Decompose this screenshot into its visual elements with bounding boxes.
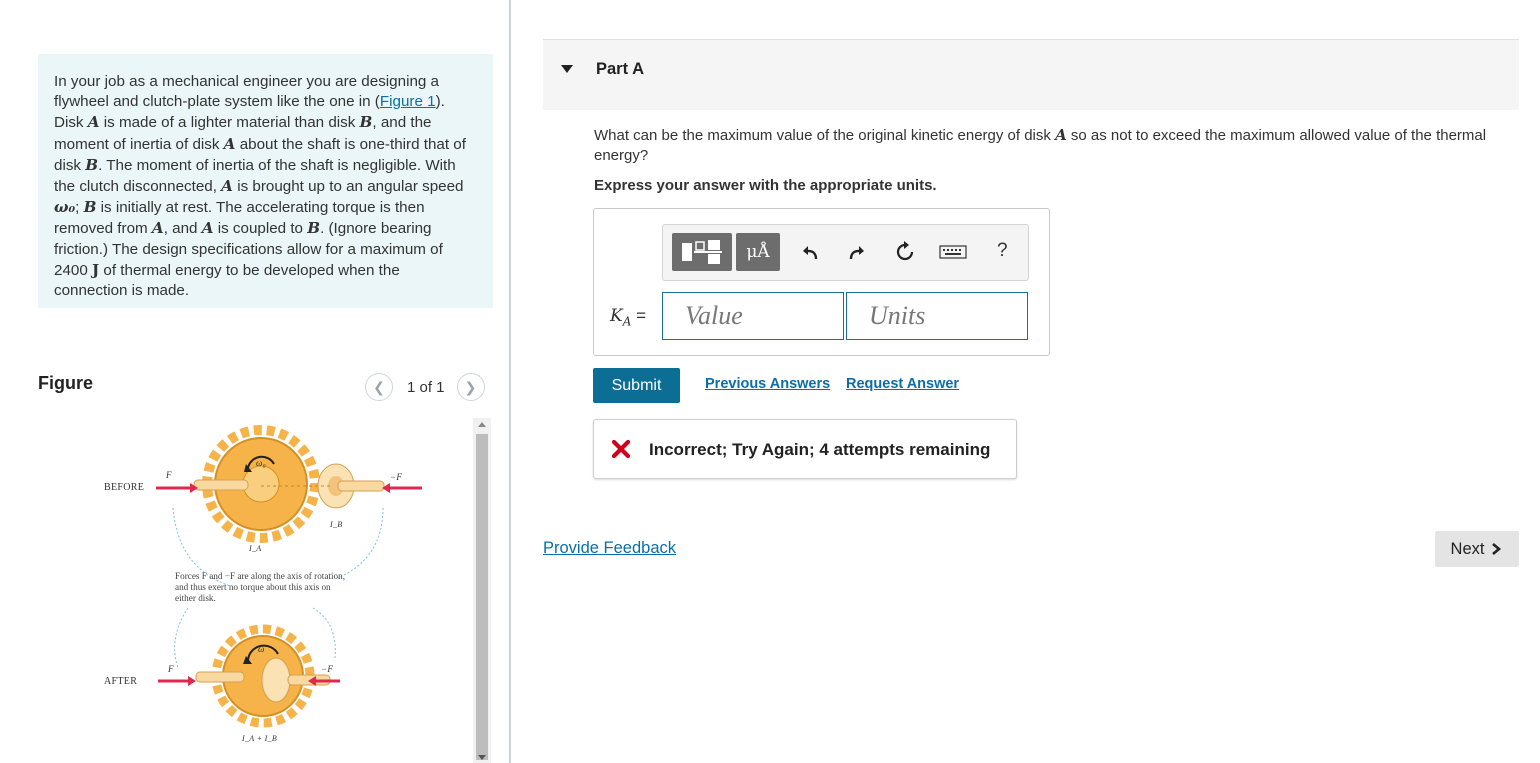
figure-navigation: ❮ 1 of 1 ❯ — [365, 373, 485, 401]
units-input[interactable] — [846, 292, 1028, 340]
label-force-f-after: F — [168, 664, 174, 674]
label-ia-plus-ib: I_A + I_B — [242, 734, 278, 743]
label-force-neg-f-after: −F — [321, 664, 334, 674]
feedback-text: Incorrect; Try Again; 4 attempts remaini… — [649, 440, 991, 459]
label-ia: I_A — [249, 544, 262, 553]
answer-label: KA = — [610, 306, 647, 329]
figure-title: Figure — [38, 373, 94, 393]
answer-instruction: Express your answer with the appropriate… — [594, 177, 937, 194]
figure-next-button[interactable]: ❯ — [456, 373, 485, 401]
label-ib: I_B — [330, 520, 343, 529]
figure-prev-button[interactable]: ❮ — [365, 373, 393, 401]
provide-feedback-link[interactable]: Provide Feedback — [543, 539, 676, 558]
incorrect-x-icon — [611, 439, 631, 459]
figure-count: 1 of 1 — [407, 378, 445, 396]
units-button[interactable]: μÅ — [736, 233, 780, 271]
help-icon[interactable]: ? — [997, 240, 1008, 262]
reset-icon[interactable] — [893, 240, 917, 264]
problem-statement: In your job as a mechanical engineer you… — [38, 54, 493, 308]
label-after: AFTER — [104, 676, 138, 687]
left-pane: In your job as a mechanical engineer you… — [0, 0, 509, 763]
part-title: Part A — [596, 60, 644, 78]
templates-icon — [682, 240, 722, 264]
scroll-down-arrow-icon[interactable] — [478, 755, 486, 760]
feedback-message: Incorrect; Try Again; 4 attempts remaini… — [593, 419, 1017, 479]
chevron-right-icon: ❯ — [464, 378, 477, 395]
label-force-f: F — [166, 470, 172, 480]
question-text: What can be the maximum value of the ori… — [594, 126, 1487, 164]
keyboard-icon[interactable] — [939, 240, 967, 264]
templates-button[interactable] — [672, 233, 732, 271]
previous-answers-link[interactable]: Previous Answers — [705, 376, 830, 392]
undo-icon[interactable] — [799, 240, 823, 264]
scroll-up-arrow-icon[interactable] — [478, 422, 486, 427]
figure-note: Forces F and −F are along the axis of ro… — [175, 571, 346, 603]
next-button[interactable]: Next — [1435, 531, 1519, 567]
collapse-caret-icon[interactable] — [561, 65, 573, 73]
part-a-header[interactable]: Part A — [543, 39, 1519, 110]
chevron-right-icon — [1492, 543, 1502, 555]
submit-button[interactable]: Submit — [593, 368, 680, 403]
pane-divider[interactable] — [509, 0, 511, 763]
figure-link[interactable]: Figure 1 — [380, 93, 436, 110]
problem-text: In your job as a mechanical engineer you… — [54, 73, 466, 300]
scroll-thumb[interactable] — [476, 434, 488, 760]
figure-scrollbar[interactable] — [473, 418, 491, 763]
redo-icon[interactable] — [844, 240, 868, 264]
label-before: BEFORE — [104, 482, 145, 493]
math-toolbar: μÅ ? — [662, 224, 1029, 281]
label-omega: ω — [258, 644, 265, 654]
figure-image: BEFORE AFTER F −F F −F ω₀ ω I_A I_B I_A … — [38, 418, 473, 763]
disk-a-before — [193, 425, 320, 543]
answer-box: μÅ ? KA = — [593, 208, 1050, 356]
request-answer-link[interactable]: Request Answer — [846, 376, 959, 392]
label-omega0: ω₀ — [256, 458, 267, 468]
chevron-left-icon: ❮ — [373, 378, 385, 395]
value-input[interactable] — [662, 292, 844, 340]
label-force-neg-f: −F — [390, 472, 403, 482]
